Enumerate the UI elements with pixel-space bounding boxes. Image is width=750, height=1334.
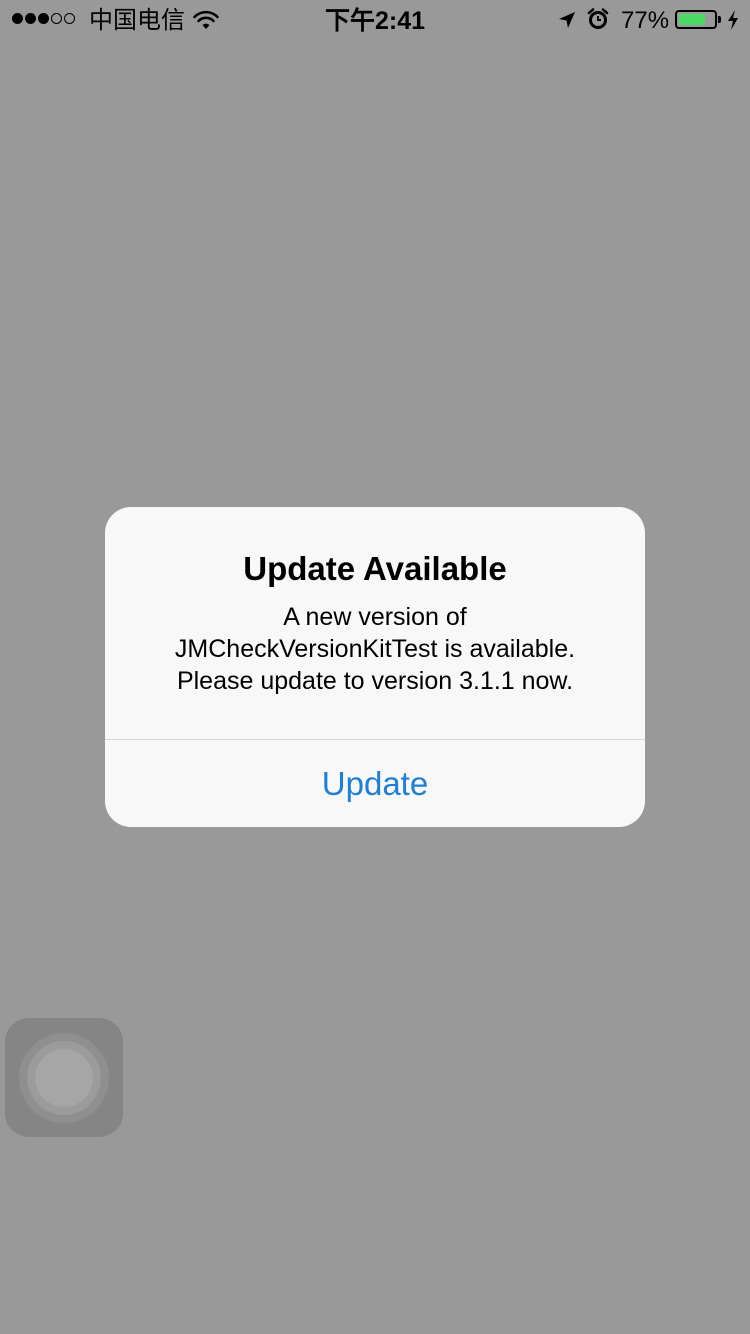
alert-message: A new version of JMCheckVersionKitTest i…	[135, 601, 615, 697]
assistive-touch-core	[35, 1049, 93, 1107]
assistive-touch-button[interactable]	[5, 1018, 123, 1137]
charging-bolt-icon	[726, 9, 740, 38]
alarm-clock-icon	[587, 8, 609, 37]
location-arrow-icon	[557, 9, 577, 37]
battery-icon	[675, 10, 717, 29]
update-alert-dialog: Update Available A new version of JMChec…	[105, 507, 645, 827]
alert-message-line: A new version of	[283, 603, 467, 631]
battery-cap	[718, 16, 721, 23]
status-bar: 中国电信 下午2:41 77%	[0, 0, 750, 40]
battery-level-fill	[679, 14, 706, 25]
battery-percentage: 77%	[621, 7, 670, 34]
alert-title: Update Available	[243, 550, 507, 587]
alert-message-line: JMCheckVersionKitTest is available.	[174, 635, 576, 663]
alert-message-line: Please update to version 3.1.1 now.	[176, 667, 574, 695]
update-button[interactable]: Update	[105, 740, 645, 827]
